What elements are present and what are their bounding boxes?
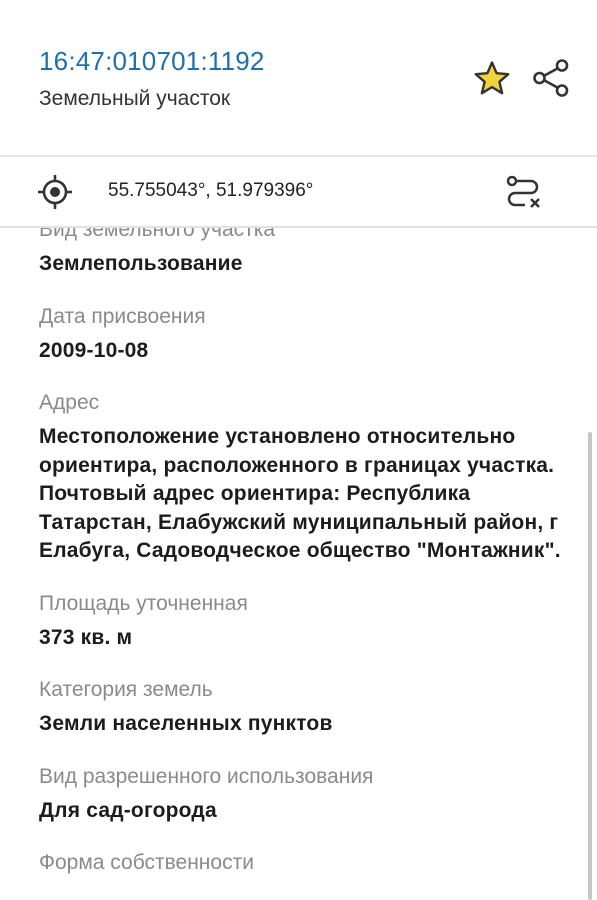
share-icon[interactable] [530,57,572,99]
header: 16:47:010701:1192 Земельный участок [0,0,597,157]
details-list[interactable]: Вид земельного участка Землепользование … [0,228,597,900]
object-type: Земельный участок [39,87,231,110]
field-assignment-date: Дата присвоения 2009-10-08 [39,304,569,366]
field-value: 2009-10-08 [39,338,149,362]
route-icon[interactable] [503,172,543,212]
field-value: 373 кв. м [39,625,133,649]
coordinates-bar: 55.755043°, 51.979396° [0,157,597,228]
field-land-plot-kind: Вид земельного участка Землепользование [39,228,569,279]
field-label: Адрес [39,391,100,414]
field-label: Категория земель [39,678,213,701]
field-value: Земли населенных пунктов [39,712,333,735]
field-area: Площадь уточненная 373 кв. м [39,591,569,653]
crosshair-icon[interactable] [37,174,73,210]
field-ownership-form: Форма собственности [39,850,569,876]
field-label: Вид земельного участка [39,228,276,241]
coordinates-text[interactable]: 55.755043°, 51.979396° [108,180,313,202]
scrollbar[interactable] [588,432,592,900]
field-address: Адрес Местоположение установлено относит… [39,390,569,566]
star-icon[interactable] [472,59,512,99]
field-label: Площадь уточненная [39,591,248,615]
field-label: Дата присвоения [39,304,206,328]
field-value: Местоположение установлено относительно … [39,425,561,562]
cadastral-number[interactable]: 16:47:010701:1192 [39,46,265,77]
field-land-category: Категория земель Земли населенных пункто… [39,677,569,739]
field-permitted-use: Вид разрешенного использования Для сад-о… [39,764,569,826]
field-value: Землепользование [39,252,243,275]
field-value: Для сад-огорода [39,798,217,822]
field-label: Форма собственности [39,851,254,874]
field-label: Вид разрешенного использования [39,764,374,788]
